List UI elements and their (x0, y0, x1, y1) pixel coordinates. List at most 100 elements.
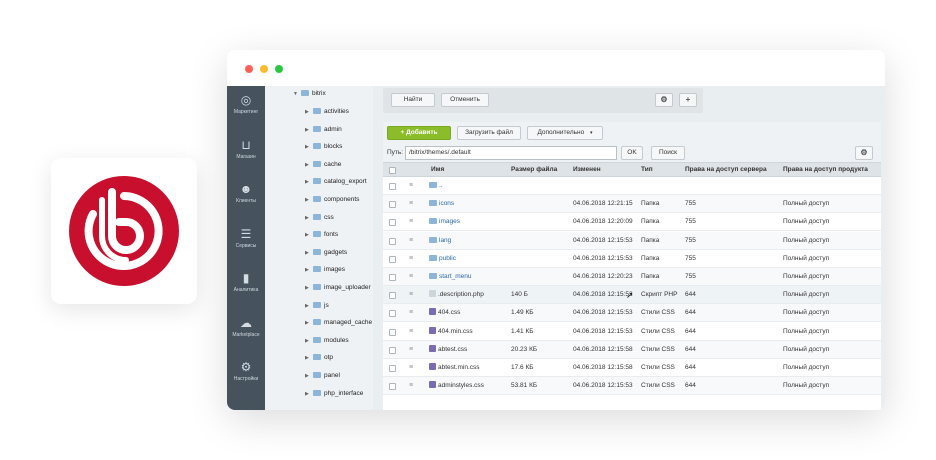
table-row[interactable]: ≡ adminstyles.css 53.81 КБ 04.06.2018 12:15… (383, 377, 881, 396)
chevron-right-icon[interactable]: ▶ (305, 370, 313, 382)
row-menu-icon[interactable]: ≡ (409, 177, 413, 195)
cancel-button[interactable]: Отменить (441, 93, 489, 107)
menu-item-3[interactable]: ☰ Сервисы (227, 223, 265, 263)
table-row[interactable]: ≡ 404.css 1.49 КБ 04.06.2018 12:15:53 Стили … (383, 304, 881, 323)
row-menu-icon[interactable]: ≡ (409, 268, 413, 286)
file-name-cell[interactable]: .. (429, 177, 443, 195)
file-name-cell[interactable]: abtest.css (429, 341, 467, 359)
row-checkbox[interactable] (389, 183, 396, 190)
file-name-cell[interactable]: lang (429, 232, 451, 250)
tree-item[interactable]: ▶ php_interface (305, 388, 363, 400)
row-menu-icon[interactable]: ≡ (409, 213, 413, 231)
file-name-cell[interactable]: .description.php (429, 286, 484, 304)
table-row[interactable]: ≡ .description.php 140 Б 04.06.2018 12:15:5… (383, 286, 881, 305)
tree-item[interactable]: ▶ fonts (305, 229, 338, 241)
search-button[interactable]: Поиск (651, 146, 685, 160)
more-actions-button[interactable]: Дополнительно ▾ (527, 126, 603, 140)
table-settings-button[interactable]: ⚙ (855, 146, 873, 160)
tree-item[interactable]: ▶ modules (305, 335, 349, 347)
col-name[interactable]: Имя (431, 163, 444, 177)
file-name-cell[interactable]: abtest.min.css (429, 359, 480, 377)
file-name-cell[interactable]: adminstyles.css (429, 377, 484, 395)
table-row[interactable]: ≡ images 04.06.2018 12:20:09 Папка 755 Полный… (383, 213, 881, 232)
tree-item[interactable]: ▶ managed_cache (305, 317, 372, 329)
file-name-cell[interactable]: start_menu (429, 268, 472, 286)
minimize-window-dot[interactable] (260, 65, 268, 73)
col-modified[interactable]: Изменен (573, 163, 601, 177)
row-menu-icon[interactable]: ≡ (409, 232, 413, 250)
chevron-right-icon[interactable]: ▶ (305, 388, 313, 400)
chevron-right-icon[interactable]: ▶ (305, 352, 313, 364)
path-input[interactable]: /bitrix/themes/.default (405, 146, 617, 160)
chevron-right-icon[interactable]: ▶ (305, 300, 313, 312)
table-row[interactable]: ≡ public 04.06.2018 12:15:53 Папка 755 Полный… (383, 250, 881, 268)
tree-item-root[interactable]: ▼ bitrix (293, 88, 326, 100)
find-button[interactable]: Найти (391, 93, 435, 107)
row-menu-icon[interactable]: ≡ (409, 250, 413, 268)
path-ok-button[interactable]: OK (621, 146, 643, 160)
filter-settings-button[interactable]: ⚙ (655, 93, 673, 107)
row-menu-icon[interactable]: ≡ (409, 323, 413, 341)
col-type[interactable]: Тип (641, 163, 653, 177)
file-name-cell[interactable]: images (429, 213, 460, 231)
file-name-cell[interactable]: public (429, 250, 456, 268)
file-name-cell[interactable]: 404.min.css (429, 323, 473, 341)
tree-item[interactable]: ▶ gadgets (305, 247, 347, 259)
menu-item-4[interactable]: ▮ Аналитика (227, 267, 265, 307)
col-server-rights[interactable]: Права на доступ сервера (685, 163, 767, 177)
col-product-rights[interactable]: Права на доступ продукта (783, 163, 868, 177)
table-row[interactable]: ≡ abtest.min.css 17.6 КБ 04.06.2018 12:15:5… (383, 359, 881, 377)
upload-file-button[interactable]: Загрузить файл (457, 126, 521, 140)
tree-item[interactable]: ▶ panel (305, 370, 340, 382)
row-menu-icon[interactable]: ≡ (409, 341, 413, 359)
chevron-right-icon[interactable]: ▶ (305, 124, 313, 136)
chevron-right-icon[interactable]: ▶ (305, 317, 313, 329)
chevron-right-icon[interactable]: ▶ (305, 335, 313, 347)
chevron-right-icon[interactable]: ▶ (305, 282, 313, 294)
row-menu-icon[interactable]: ≡ (409, 377, 413, 395)
maximize-window-dot[interactable] (275, 65, 283, 73)
tree-item[interactable]: ▶ images (305, 264, 345, 276)
table-row[interactable]: ≡ lang 04.06.2018 12:15:53 Папка 755 Полный д… (383, 231, 881, 250)
close-window-dot[interactable] (245, 65, 253, 73)
row-checkbox[interactable] (389, 255, 396, 263)
row-menu-icon[interactable]: ≡ (409, 304, 413, 322)
tree-item[interactable]: ▶ image_uploader (305, 282, 371, 294)
tree-item[interactable]: ▶ activities (305, 106, 349, 118)
file-name-cell[interactable]: icons (429, 195, 454, 213)
chevron-right-icon[interactable]: ▶ (305, 212, 313, 224)
row-checkbox[interactable] (389, 201, 396, 209)
table-row[interactable]: ≡.. (383, 177, 881, 195)
chevron-right-icon[interactable]: ▶ (305, 176, 313, 188)
chevron-right-icon[interactable]: ▶ (305, 106, 313, 118)
tree-item[interactable]: ▶ js (305, 300, 329, 312)
row-menu-icon[interactable]: ≡ (409, 359, 413, 377)
row-menu-icon[interactable]: ≡ (409, 286, 413, 304)
tree-item[interactable]: ▶ catalog_export (305, 176, 367, 188)
table-row[interactable]: ≡ 404.min.css 1.41 КБ 04.06.2018 12:15:53 Ст… (383, 323, 881, 341)
file-name-cell[interactable]: 404.css (429, 304, 460, 322)
menu-item-0[interactable]: ◎ Маркетинг (227, 89, 265, 129)
menu-item-1[interactable]: ⊔ Магазин (227, 134, 265, 174)
row-checkbox[interactable] (389, 310, 396, 318)
row-checkbox[interactable] (389, 219, 396, 227)
chevron-right-icon[interactable]: ▶ (305, 264, 313, 276)
table-row[interactable]: ≡ icons 04.06.2018 12:21:15 Папка 755 Полный … (383, 195, 881, 214)
table-row[interactable]: ≡ start_menu 04.06.2018 12:20:23 Папка 755 По… (383, 268, 881, 286)
row-checkbox[interactable] (389, 346, 396, 354)
chevron-right-icon[interactable]: ▶ (305, 247, 313, 259)
select-all-checkbox[interactable] (389, 167, 396, 174)
row-checkbox[interactable] (389, 365, 396, 372)
row-menu-icon[interactable]: ≡ (409, 195, 413, 213)
tree-item[interactable]: ▶ css (305, 212, 334, 224)
chevron-down-icon[interactable]: ▼ (293, 88, 301, 100)
filter-add-button[interactable]: + (679, 93, 697, 107)
chevron-right-icon[interactable]: ▶ (305, 159, 313, 171)
row-checkbox[interactable] (389, 383, 396, 391)
menu-item-6[interactable]: ⚙ Настройки (227, 356, 265, 396)
menu-item-5[interactable]: ☁ Marketplace (227, 312, 265, 352)
chevron-right-icon[interactable]: ▶ (305, 141, 313, 153)
tree-item[interactable]: ▶ admin (305, 124, 342, 136)
tree-item[interactable]: ▶ cache (305, 159, 341, 171)
chevron-right-icon[interactable]: ▶ (305, 194, 313, 206)
